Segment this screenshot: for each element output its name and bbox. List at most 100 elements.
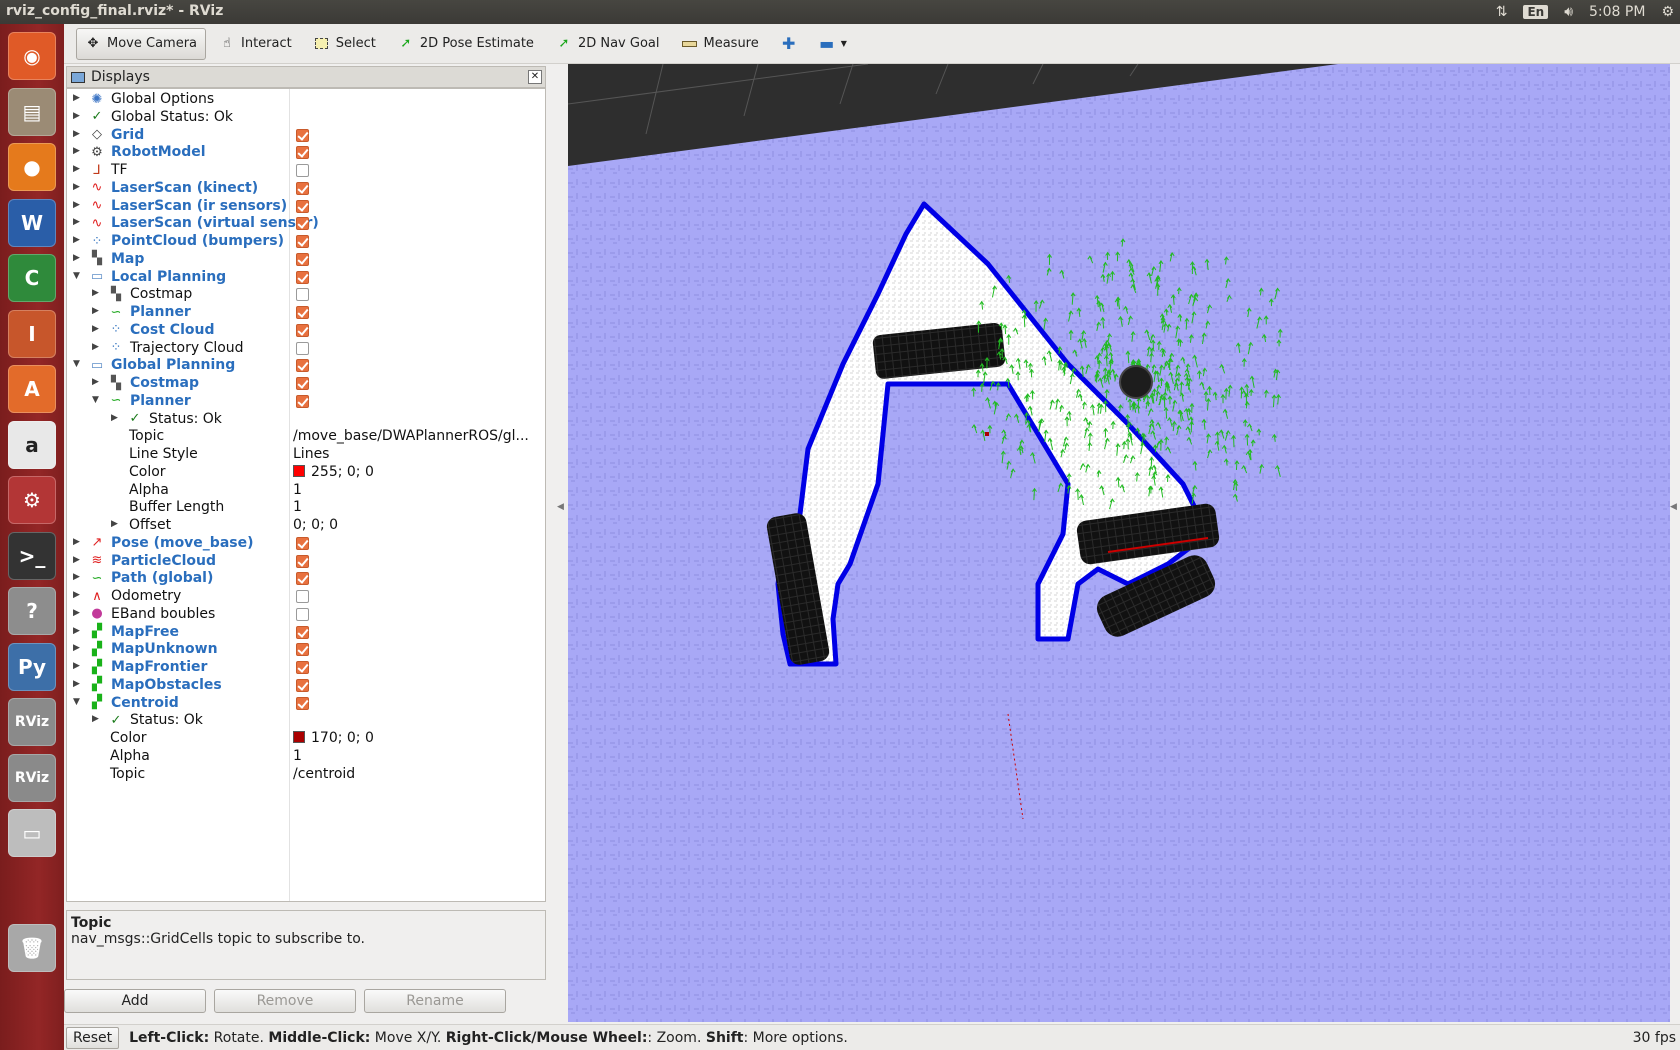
map-visualization[interactable] (568, 64, 1670, 1022)
expand-right-icon[interactable]: ▶ (73, 537, 83, 549)
tree-row[interactable]: ▶ ▚ Costmap (67, 285, 545, 304)
tree-row[interactable]: ▶ ✓ Global Status: Ok (67, 108, 545, 127)
tree-row[interactable]: ▶ ⁘ Cost Cloud (67, 321, 545, 340)
tree-row[interactable]: ▶ ∽ Planner (67, 303, 545, 322)
display-enabled-checkbox[interactable] (296, 643, 309, 657)
select-tool[interactable]: Select (305, 28, 385, 60)
tree-row[interactable]: ▼ ▞ Centroid (67, 694, 545, 713)
expand-right-icon[interactable]: ▶ (73, 182, 83, 194)
property-value[interactable]: /centroid (293, 766, 355, 782)
tree-row[interactable]: ▶ ✓ Status: Ok (67, 711, 545, 730)
display-enabled-checkbox[interactable] (296, 607, 309, 621)
display-enabled-checkbox[interactable] (296, 128, 309, 142)
amazon-icon[interactable]: a (8, 420, 56, 469)
display-enabled-checkbox[interactable] (296, 199, 309, 213)
tree-row[interactable]: ▼ ▭ Local Planning (67, 268, 545, 287)
clock[interactable]: 5:08 PM (1589, 4, 1645, 20)
expand-right-icon[interactable]: ▶ (73, 608, 83, 620)
volume-icon[interactable]: 🔊︎ (1564, 4, 1573, 20)
property-value[interactable]: 170; 0; 0 (293, 730, 374, 746)
remove-tool-button[interactable]: ▬ ▼ (810, 28, 856, 60)
tree-row[interactable]: ▶ ∿ LaserScan (ir sensors) (67, 197, 545, 216)
tree-row[interactable]: ▶ ● EBand boubles (67, 605, 545, 624)
expand-right-icon[interactable]: ▶ (73, 590, 83, 602)
tree-row[interactable]: ▶ ≋ ParticleCloud (67, 552, 545, 571)
add-button[interactable]: Add (64, 989, 206, 1013)
splitter-left-handle[interactable]: ◀ (557, 502, 564, 512)
tree-row[interactable]: ▼ ▭ Global Planning (67, 356, 545, 375)
pose-estimate-tool[interactable]: ➚ 2D Pose Estimate (389, 28, 543, 60)
tree-row[interactable]: ▶ ▞ MapFrontier (67, 658, 545, 677)
calc-icon[interactable]: C (8, 254, 56, 302)
tree-row[interactable]: Color 255; 0; 0 (67, 463, 545, 482)
close-icon[interactable]: ✕ (528, 70, 542, 84)
display-enabled-checkbox[interactable] (296, 270, 309, 284)
expand-right-icon[interactable]: ▶ (92, 377, 102, 389)
tree-row[interactable]: ▶ ▞ MapFree (67, 623, 545, 642)
tree-row[interactable]: ▶ ↗ Pose (move_base) (67, 534, 545, 553)
rviz-icon[interactable]: RViz (8, 698, 56, 746)
display-enabled-checkbox[interactable] (296, 536, 309, 550)
expand-right-icon[interactable]: ▶ (73, 164, 83, 176)
impress-icon[interactable]: I (8, 309, 56, 358)
display-enabled-checkbox[interactable] (296, 696, 309, 710)
help-icon[interactable]: ? (8, 587, 56, 635)
software-center-icon[interactable]: A (8, 365, 56, 413)
tree-row[interactable]: ▶ ∧ Odometry (67, 587, 545, 606)
expand-right-icon[interactable]: ▶ (92, 714, 102, 726)
trash-icon[interactable]: 🗑 (8, 924, 56, 972)
expand-down-icon[interactable]: ▼ (92, 395, 102, 407)
keyboard-layout-indicator[interactable]: En (1523, 5, 1549, 19)
expand-right-icon[interactable]: ▶ (73, 555, 83, 567)
property-value[interactable]: Lines (293, 446, 329, 462)
display-enabled-checkbox[interactable] (296, 306, 309, 319)
rviz-icon-2[interactable]: RViz (8, 753, 56, 802)
tree-row[interactable]: Color 170; 0; 0 (67, 729, 545, 748)
tree-row[interactable]: Alpha 1 (67, 747, 545, 766)
expand-right-icon[interactable]: ▶ (111, 413, 121, 425)
writer-icon[interactable]: W (8, 198, 56, 247)
tree-row[interactable]: ▼ ∽ Planner (67, 392, 545, 411)
expand-right-icon[interactable]: ▶ (92, 342, 102, 354)
display-enabled-checkbox[interactable] (296, 590, 309, 603)
tree-row[interactable]: ▶ ◇ Grid (67, 126, 545, 145)
display-enabled-checkbox[interactable] (296, 323, 309, 337)
splitter-right-handle[interactable]: ◀ (1670, 502, 1677, 512)
tree-row[interactable]: ▶ ▞ MapUnknown (67, 640, 545, 659)
display-enabled-checkbox[interactable] (296, 217, 309, 231)
property-value[interactable]: 255; 0; 0 (293, 464, 374, 480)
expand-right-icon[interactable]: ▶ (73, 572, 83, 584)
display-enabled-checkbox[interactable] (296, 359, 309, 373)
tree-row[interactable]: ▶ ∿ LaserScan (kinect) (67, 179, 545, 198)
display-enabled-checkbox[interactable] (296, 252, 309, 266)
expand-right-icon[interactable]: ▶ (111, 519, 121, 531)
nav-goal-tool[interactable]: ➚ 2D Nav Goal (547, 28, 669, 60)
expand-right-icon[interactable]: ▶ (73, 661, 83, 673)
expand-right-icon[interactable]: ▶ (73, 146, 83, 158)
expand-right-icon[interactable]: ▶ (73, 129, 83, 141)
display-enabled-checkbox[interactable] (296, 146, 309, 160)
tree-row[interactable]: ▶ Offset 0; 0; 0 (67, 516, 545, 535)
tree-row[interactable]: ▶ ▚ Costmap (67, 374, 545, 393)
tree-row[interactable]: ▶ ∿ LaserScan (virtual sensor) (67, 214, 545, 233)
tree-row[interactable]: Line Style Lines (67, 445, 545, 464)
3d-render-view[interactable] (568, 64, 1670, 1022)
interact-tool[interactable]: ☝ Interact (210, 28, 301, 60)
property-value[interactable]: 0; 0; 0 (293, 517, 338, 533)
property-value[interactable]: 1 (293, 499, 302, 515)
tree-row[interactable]: Alpha 1 (67, 481, 545, 500)
tree-row[interactable]: Buffer Length 1 (67, 498, 545, 517)
expand-right-icon[interactable]: ▶ (73, 253, 83, 265)
expand-right-icon[interactable]: ▶ (73, 93, 83, 105)
display-enabled-checkbox[interactable] (296, 341, 309, 355)
tree-row[interactable]: ▶ ⚙ RobotModel (67, 143, 545, 162)
expand-right-icon[interactable]: ▶ (73, 235, 83, 247)
tree-row[interactable]: ▶ ⅃ TF (67, 161, 545, 180)
tree-row[interactable]: ▶ ▚ Map (67, 250, 545, 269)
display-enabled-checkbox[interactable] (296, 235, 309, 248)
display-enabled-checkbox[interactable] (296, 625, 309, 639)
display-enabled-checkbox[interactable] (296, 288, 309, 302)
tree-row[interactable]: Topic/centroid (67, 765, 545, 784)
add-tool-button[interactable]: ✚ (772, 28, 806, 60)
firefox-icon[interactable]: ● (8, 143, 56, 191)
